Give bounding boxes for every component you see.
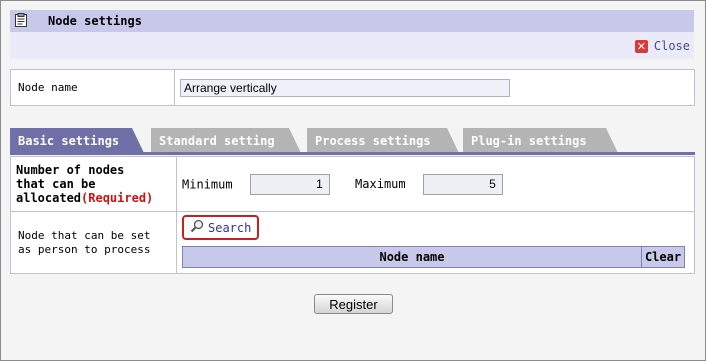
register-button[interactable]: Register [314,294,393,314]
close-button[interactable]: ✕ Close [634,39,690,53]
page-title: Node settings [48,14,142,28]
required-badge: (Required) [81,191,154,205]
maximum-label: Maximum [355,177,406,191]
tab-basic-settings[interactable]: Basic settings [10,128,144,153]
process-label: Node that can be set as person to proces… [10,211,177,274]
assigned-nodes-table: Node name Clear [182,246,685,268]
toolbar: ✕ Close [10,32,694,59]
clear-column-header[interactable]: Clear [641,246,685,268]
minimum-label: Minimum [182,177,233,191]
settings-tabs: Basic settings Standard setting Process … [10,128,694,153]
node-name-table: Node name [10,69,695,106]
tab-plugin-settings[interactable]: Plug-in settings [463,128,618,153]
dialog-window: Node settings ✕ Close Node name Basic se… [0,0,706,361]
search-button[interactable]: Search [182,215,260,240]
dialog-header: Node settings [10,10,694,33]
close-label: Close [653,39,690,53]
tab-standard-setting[interactable]: Standard setting [151,128,301,153]
allocation-label: Number of nodes that can be allocated(Re… [10,156,177,212]
search-label: Search [208,220,252,235]
maximum-input[interactable] [422,173,503,195]
close-icon: ✕ [634,39,648,53]
node-name-label: Node name [10,69,175,106]
magnifier-icon [190,219,204,236]
clipboard-icon [14,13,28,27]
tab-process-settings[interactable]: Process settings [307,128,459,153]
node-name-input[interactable] [180,78,510,97]
node-name-column-header: Node name [182,246,642,268]
basic-settings-table: Number of nodes that can be allocated(Re… [10,156,695,274]
tab-underline [10,152,695,155]
minimum-input[interactable] [249,173,330,195]
